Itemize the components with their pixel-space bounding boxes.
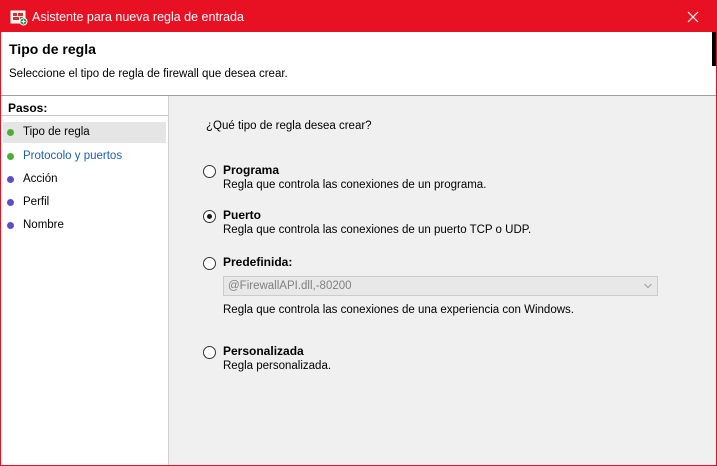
radio-puerto[interactable] — [203, 210, 216, 223]
wizard-window: Asistente para nueva regla de entrada Ti… — [0, 0, 717, 466]
page-subtitle: Seleccione el tipo de regla de firewall … — [9, 68, 288, 80]
step-tipo-de-regla[interactable]: Tipo de regla — [3, 122, 166, 143]
page-title: Tipo de regla — [9, 41, 96, 57]
option-label[interactable]: Predefinida: — [223, 255, 292, 269]
chevron-down-icon — [644, 283, 652, 289]
step-perfil[interactable]: Perfil — [3, 192, 166, 213]
option-description: Regla que controla las conexiones de un … — [223, 224, 532, 236]
step-accion[interactable]: Acción — [3, 169, 166, 190]
select-value: @FirewallAPI.dll,-80200 — [228, 280, 352, 292]
firewall-rule-icon — [10, 10, 28, 26]
option-description: Regla personalizada. — [223, 360, 332, 372]
radio-programa[interactable] — [203, 165, 216, 178]
option-label[interactable]: Personalizada — [223, 344, 304, 358]
wizard-header: Tipo de regla Seleccione el tipo de regl… — [1, 32, 716, 96]
content-area: ¿Qué tipo de regla desea crear? Programa… — [169, 96, 716, 465]
step-status-icon — [7, 176, 14, 183]
step-status-icon — [7, 129, 14, 136]
step-label: Acción — [23, 173, 58, 185]
step-label: Protocolo y puertos — [23, 150, 123, 162]
radio-predefinida[interactable] — [203, 257, 216, 270]
steps-panel: Pasos: Tipo de regla Protocolo y puertos… — [1, 96, 169, 465]
step-protocolo-y-puertos[interactable]: Protocolo y puertos — [3, 146, 166, 167]
question-text: ¿Qué tipo de regla desea crear? — [206, 120, 372, 132]
option-label[interactable]: Puerto — [223, 208, 261, 222]
option-description: Regla que controla las conexiones de un … — [223, 179, 487, 191]
step-nombre[interactable]: Nombre — [3, 215, 166, 236]
close-button[interactable] — [670, 1, 716, 32]
radio-personalizada[interactable] — [203, 346, 216, 359]
option-label[interactable]: Programa — [223, 163, 279, 177]
step-label: Tipo de regla — [23, 126, 90, 138]
step-status-icon — [7, 153, 14, 160]
window-title: Asistente para nueva regla de entrada — [32, 10, 244, 24]
option-description: Regla que controla las conexiones de una… — [223, 304, 574, 316]
predefined-rule-select[interactable]: @FirewallAPI.dll,-80200 — [223, 276, 658, 296]
step-status-icon — [7, 222, 14, 229]
title-bar[interactable]: Asistente para nueva regla de entrada — [1, 1, 716, 32]
close-icon — [687, 11, 699, 22]
step-status-icon — [7, 199, 14, 206]
steps-heading: Pasos: — [1, 96, 168, 116]
step-label: Perfil — [23, 196, 50, 208]
step-label: Nombre — [23, 219, 64, 231]
header-edge — [712, 32, 716, 66]
